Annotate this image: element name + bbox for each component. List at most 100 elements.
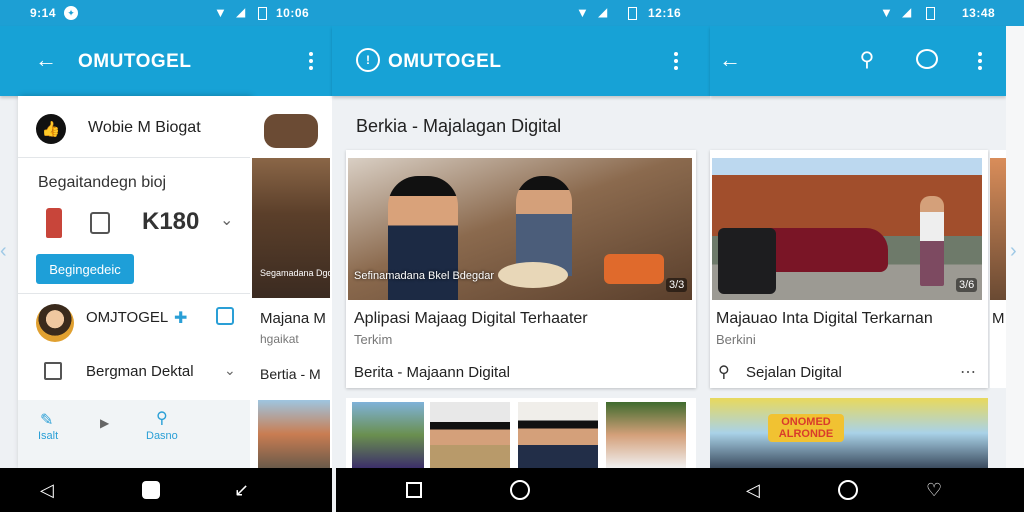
share-icon[interactable]: ⚲ — [718, 362, 730, 382]
bottom-right-label[interactable]: Dasno — [146, 430, 178, 442]
peek-logo — [264, 114, 318, 148]
status-time: 9:14 — [30, 6, 57, 20]
page-title: Berkia - Majalagan Digital — [356, 116, 562, 136]
status-bar: ▼ ◢ 13:48 — [710, 0, 1024, 26]
photo-caption: Sefinamadana Bkel Bdegdar — [354, 270, 495, 282]
left-phone: 9:14 ✦ ▼ ◢ 10:06 ← OMUTOGEL 👍 Wobie M Bi… — [0, 0, 332, 512]
info-circle-icon[interactable]: ! — [356, 48, 380, 72]
bottle-icon — [46, 208, 62, 238]
app-bar: ← OMUTOGEL — [0, 26, 332, 96]
screen-composite: 9:14 ✦ ▼ ◢ 10:06 ← OMUTOGEL 👍 Wobie M Bi… — [0, 0, 1024, 512]
peek-title: Majana M — [260, 310, 326, 327]
app-bar: ! OMUTOGEL — [332, 26, 710, 96]
navigation-bar: ◁ ♡ — [710, 468, 1024, 512]
navigation-bar: ◁ ↙ — [0, 468, 332, 512]
right-phone: ▼ ◢ 13:48 ← ⚲ 3/6 Majauao Inta Digital T… — [710, 0, 1024, 512]
status-clock: 10:06 — [276, 6, 310, 20]
avatar — [36, 304, 74, 342]
calendar-icon — [44, 362, 62, 380]
chevron-right-icon[interactable]: › — [1010, 240, 1017, 263]
thumbnail[interactable] — [606, 402, 686, 468]
navigation-bar — [336, 468, 710, 512]
chat-icon[interactable] — [916, 49, 938, 69]
overflow-menu-icon[interactable] — [674, 52, 678, 73]
overflow-menu-icon[interactable] — [978, 52, 982, 73]
person-two — [516, 176, 572, 276]
message-icon[interactable] — [216, 307, 234, 325]
person-standing — [920, 196, 944, 286]
thumbnail[interactable] — [430, 402, 510, 468]
food-plate — [498, 262, 568, 288]
news-card[interactable]: 3/6 Majauao Inta Digital Terkarnan Berki… — [710, 150, 988, 388]
chevron-down-icon[interactable]: ⌄ — [220, 210, 233, 230]
menu-item-label: Bergman Dektal — [86, 363, 194, 380]
drawer-footer: ✎ Isalt ▶ ⚲ Dasno — [18, 400, 250, 468]
back-arrow-icon[interactable]: ← — [718, 47, 742, 72]
back-nav-icon[interactable]: ◁ — [746, 480, 760, 501]
recents-nav-icon[interactable]: ↙ — [234, 480, 249, 501]
photo-badge: 3/6 — [956, 278, 978, 292]
primary-button-label: Begingedeic — [49, 261, 121, 277]
chevron-down-icon[interactable]: ⌄ — [224, 362, 236, 379]
profile-name: OMJTOGEL — [86, 309, 169, 326]
primary-button[interactable]: Begingedeic — [36, 254, 134, 284]
home-nav-icon[interactable] — [838, 480, 858, 500]
section-label: Sejalan Digital — [746, 364, 842, 381]
card-photo: Sefinamadana Bkel Bdegdar 3/3 — [348, 158, 692, 300]
card-subtitle: Terkim — [354, 332, 393, 347]
section-title: Begaitandegn bioj — [38, 174, 167, 191]
back-nav-icon[interactable]: ◁ — [40, 480, 54, 501]
home-nav-icon[interactable] — [510, 480, 530, 500]
thumbnail-row — [346, 398, 696, 468]
bottom-photo[interactable]: ONOMED ALRONDE — [710, 398, 988, 468]
status-bar: ▼ ◢ 12:16 — [332, 0, 710, 26]
share-icon[interactable]: ✚ — [174, 308, 187, 328]
more-horizontal-icon[interactable]: ⋯ — [960, 362, 976, 382]
drawer-title: Wobie M Biogat — [88, 119, 201, 136]
navigation-drawer: 👍 Wobie M Biogat Begaitandegn bioj K180 … — [18, 96, 250, 468]
chevron-left-icon[interactable]: ‹ — [0, 240, 7, 263]
wifi-icon: ▼ — [576, 5, 589, 20]
recents-nav-icon[interactable]: ♡ — [926, 480, 942, 501]
status-time: 12:16 — [648, 6, 682, 20]
app-title: OMUTOGEL — [388, 51, 502, 72]
peek-photo: Segamadana Dgdak — [252, 158, 330, 298]
bottom-left-label[interactable]: Isalt — [38, 430, 58, 442]
news-card[interactable]: Sefinamadana Bkel Bdegdar 3/3 Aplipasi M… — [346, 150, 696, 388]
card-photo: 3/6 — [712, 158, 982, 300]
battery-icon — [258, 7, 267, 20]
wifi-icon: ▼ — [880, 5, 893, 20]
back-arrow-icon[interactable]: ← — [34, 47, 58, 72]
search-icon[interactable]: ⚲ — [156, 408, 168, 428]
chair-shape — [718, 228, 776, 294]
lock-icon — [90, 212, 110, 234]
peek-photo — [990, 158, 1006, 300]
drawer-header[interactable]: 👍 Wobie M Biogat — [18, 96, 250, 158]
peek-label: Bertia - M — [260, 366, 321, 382]
edit-icon[interactable]: ✎ — [40, 410, 53, 430]
play-icon[interactable]: ▶ — [100, 416, 109, 430]
card-subtitle: Berkini — [716, 332, 756, 347]
peek-title: M — [992, 310, 1005, 327]
middle-phone: ▼ ◢ 12:16 ! OMUTOGEL Berkia - Majalagan … — [332, 0, 710, 512]
photo-badge: 3/3 — [666, 278, 688, 292]
home-nav-icon[interactable] — [142, 481, 160, 499]
app-bar: ← ⚲ — [710, 26, 1006, 96]
square-nav-icon[interactable] — [406, 482, 422, 498]
profile-row[interactable]: OMJTOGEL ✚ — [18, 294, 250, 346]
status-bar: 9:14 ✦ ▼ ◢ 10:06 — [0, 0, 332, 26]
signal-icon: ◢ — [902, 5, 912, 19]
thumbnail[interactable] — [518, 402, 598, 468]
menu-item[interactable]: Bergman Dektal ⌄ — [18, 346, 250, 396]
overflow-menu-icon[interactable] — [309, 52, 313, 73]
app-title: OMUTOGEL — [78, 51, 192, 72]
wifi-icon: ▼ — [214, 5, 227, 20]
food-bowl — [604, 254, 664, 284]
card-title: Majauao Inta Digital Terkarnan — [716, 310, 933, 327]
peek-caption: Segamadana Dgdak — [260, 268, 330, 278]
signal-icon: ◢ — [236, 5, 246, 19]
search-icon[interactable]: ⚲ — [856, 48, 878, 71]
peek-content: Segamadana Dgdak Majana M hgaikat Bertia… — [250, 96, 332, 468]
thumbnail[interactable] — [352, 402, 424, 468]
section-label: Berita - Majaann Digital — [354, 364, 510, 381]
